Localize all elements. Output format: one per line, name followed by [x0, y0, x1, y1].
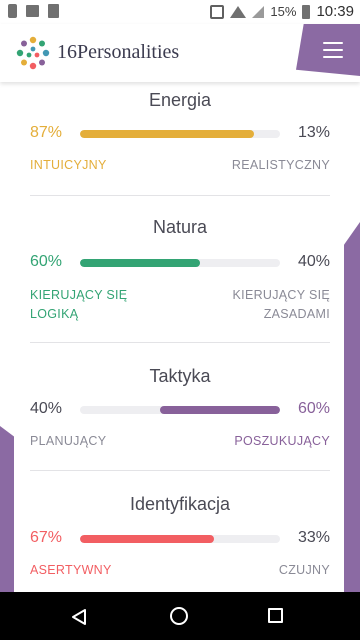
- right-label: REALISTYCZNY: [231, 158, 330, 172]
- wifi-icon: [230, 5, 247, 18]
- right-percent: 40%: [297, 253, 330, 270]
- battery-percent: 15%: [270, 4, 297, 19]
- decorative-shape-right: [344, 222, 360, 602]
- left-label: PLANUJĄCY: [30, 434, 107, 448]
- trait-bar: [80, 259, 280, 267]
- trait-bar-fill: [80, 535, 214, 543]
- trait-bar: [80, 535, 280, 543]
- battery-icon: [302, 4, 311, 19]
- signal-icon: [252, 5, 265, 18]
- right-percent: 33%: [297, 529, 330, 546]
- back-icon[interactable]: [70, 608, 88, 626]
- left-percent: 60%: [30, 253, 63, 270]
- left-label: INTUICYJNY: [30, 158, 107, 172]
- trait-bar: [80, 406, 280, 414]
- app-header: 16Personalities: [0, 24, 360, 82]
- right-label: POSZUKUJĄCY: [234, 434, 330, 448]
- recents-icon[interactable]: [268, 608, 283, 623]
- trait-bar-fill: [80, 130, 254, 138]
- trait-bar-fill: [80, 259, 200, 267]
- left-percent: 87%: [30, 124, 63, 141]
- menu-button[interactable]: [296, 24, 360, 76]
- right-label-line: ZASADAMI: [263, 307, 330, 321]
- trait-title: Energia: [148, 90, 212, 110]
- trait-identyfikacja: Identyfikacja 67% 33% ASERTYWNY CZUJNY: [30, 492, 330, 584]
- status-bar: 15% 10:39: [0, 0, 360, 24]
- trait-title: Identyfikacja: [129, 494, 231, 514]
- left-label-line: LOGIKĄ: [30, 307, 79, 321]
- right-label-line: KIERUJĄCY SIĘ: [232, 288, 330, 302]
- decorative-shape-left: [0, 426, 14, 602]
- right-percent: 13%: [297, 124, 330, 141]
- right-label: KIERUJĄCY SIĘ ZASADAMI: [233, 286, 330, 324]
- divider: [30, 195, 330, 196]
- image-icon: [26, 5, 39, 17]
- home-icon[interactable]: [170, 607, 188, 625]
- vibrate-icon: [210, 4, 225, 19]
- alert-icon: [8, 4, 17, 18]
- trait-natura: Natura 60% 40% KIERUJĄCY SIĘ LOGIKĄ KIER…: [30, 215, 330, 327]
- trait-title: Taktyka: [149, 366, 211, 386]
- left-label: KIERUJĄCY SIĘ LOGIKĄ: [30, 286, 127, 324]
- download-icon: [48, 4, 59, 18]
- trait-taktyka: Taktyka 40% 60% PLANUJĄCY POSZUKUJĄCY: [30, 364, 330, 456]
- hamburger-icon: [323, 42, 343, 58]
- right-percent: 60%: [297, 400, 330, 417]
- system-icons: 15% 10:39: [210, 3, 354, 20]
- trait-bar: [80, 130, 280, 138]
- left-label: ASERTYWNY: [30, 563, 112, 577]
- left-percent: 40%: [30, 400, 63, 417]
- divider: [30, 470, 330, 471]
- brand-name[interactable]: 16Personalities: [57, 41, 179, 64]
- right-label: CZUJNY: [278, 563, 330, 577]
- divider: [30, 342, 330, 343]
- left-label-line: KIERUJĄCY SIĘ: [30, 288, 128, 302]
- notification-icons: [8, 4, 59, 18]
- clock: 10:39: [316, 3, 354, 20]
- trait-title: Natura: [152, 217, 208, 237]
- navigation-bar: [0, 592, 360, 640]
- trait-energia: Energia 87% 13% INTUICYJNY REALISTYCZNY: [30, 88, 330, 180]
- trait-bar-fill: [160, 406, 280, 414]
- logo-icon[interactable]: [15, 35, 51, 71]
- left-percent: 67%: [30, 529, 63, 546]
